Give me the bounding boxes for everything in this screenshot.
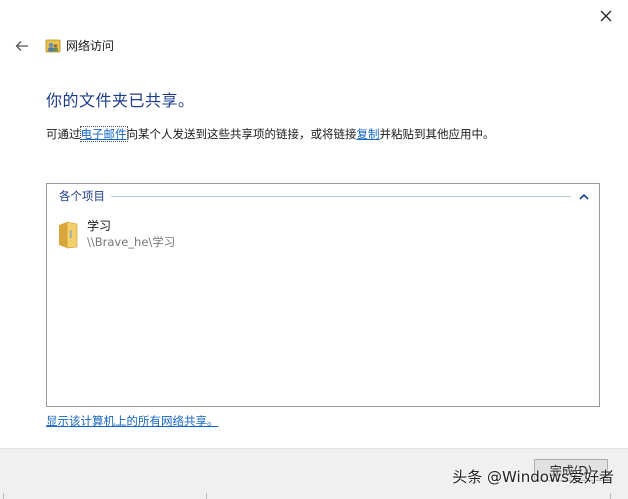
copy-link[interactable]: 复制	[357, 127, 380, 141]
description-part2: 向某个人发送到这些共享项的链接，或将链接	[126, 127, 357, 141]
back-button[interactable]	[12, 36, 32, 56]
chevron-up-icon	[579, 193, 589, 200]
group-header[interactable]: 各个项目	[59, 188, 591, 204]
window-title: 网络访问	[66, 39, 115, 53]
group-header-divider	[111, 195, 571, 197]
show-all-shares-link[interactable]: 显示该计算机上的所有网络共享。	[46, 413, 219, 429]
close-button[interactable]	[594, 4, 618, 28]
page-title: 你的文件夹已共享。	[46, 91, 195, 110]
email-link[interactable]: 电子邮件	[79, 126, 128, 142]
group-header-label: 各个项目	[59, 189, 105, 203]
shared-items-list[interactable]: 各个项目 学习 \\Brave_he\学习	[46, 183, 600, 407]
window-bottom-edge	[0, 493, 628, 499]
network-share-icon	[45, 39, 61, 52]
list-item[interactable]: 学习 \\Brave_he\学习	[57, 218, 175, 250]
item-path: \\Brave_he\学习	[87, 235, 176, 249]
watermark-text: 头条 @Windows爱好者	[452, 468, 614, 486]
item-name: 学习	[87, 219, 112, 233]
description-text: 可通过电子邮件向某个人发送到这些共享项的链接，或将链接复制并粘贴到其他应用中。	[46, 126, 495, 142]
folder-icon	[59, 221, 78, 249]
description-part3: 并粘贴到其他应用中。	[379, 127, 495, 141]
back-arrow-icon	[15, 41, 28, 51]
window-title-row: 网络访问	[45, 37, 114, 54]
description-part1: 可通过	[46, 127, 81, 141]
collapse-group-button[interactable]	[577, 189, 591, 203]
close-icon	[600, 10, 612, 22]
